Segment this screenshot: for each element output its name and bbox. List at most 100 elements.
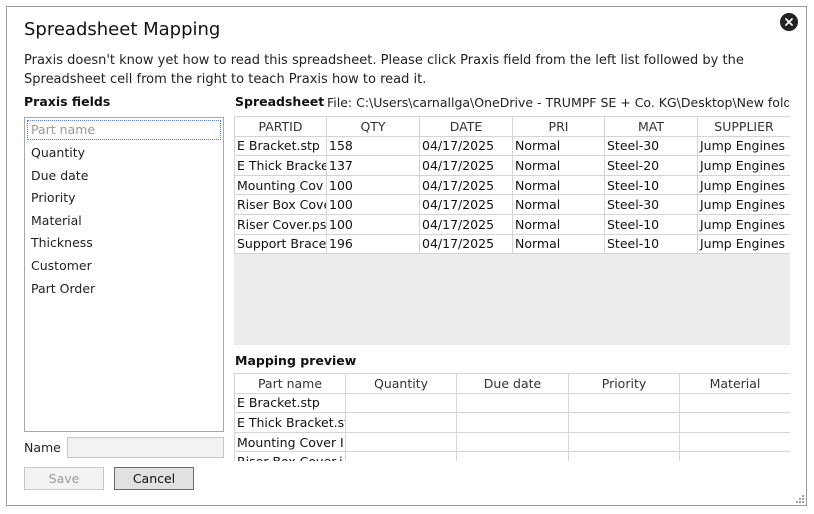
mapping-preview-grid: Part name Quantity Due date Priority Materia… xyxy=(234,373,790,461)
field-item-part-order[interactable]: Part Order xyxy=(25,278,223,301)
preview-cell xyxy=(456,412,569,433)
spreadsheet-cell[interactable]: Normal xyxy=(512,155,605,176)
table-row: E Thick Bracke 137 04/17/2025 Normal Steel-2… xyxy=(234,155,790,176)
column-header[interactable]: QTY xyxy=(326,116,420,137)
preview-row: E Bracket.stp xyxy=(234,392,790,414)
preview-cell xyxy=(679,392,790,414)
spreadsheet-cell[interactable]: Riser Cover.ps xyxy=(234,213,327,235)
preview-cell xyxy=(456,392,569,414)
table-row: E Bracket.stp 158 04/17/2025 Normal Steel-30… xyxy=(234,135,790,157)
spreadsheet-cell[interactable]: Jump Engines xyxy=(697,155,790,176)
spreadsheet-cell[interactable]: 04/17/2025 xyxy=(419,135,513,157)
spreadsheet-cell[interactable]: Mounting Cov xyxy=(234,174,327,196)
field-item-priority[interactable]: Priority xyxy=(25,187,223,210)
preview-cell: Riser Box Cover.i xyxy=(234,451,346,461)
spreadsheet-cell[interactable]: Jump Engines xyxy=(697,194,790,215)
preview-cell xyxy=(456,451,569,461)
save-button[interactable]: Save xyxy=(24,467,104,490)
spreadsheet-cell[interactable]: E Thick Bracke xyxy=(234,155,327,176)
spreadsheet-table: PARTID QTY DATE PRI MAT SUPPLIER E Bracket.st… xyxy=(234,116,790,255)
table-row: Mounting Cov 100 04/17/2025 Normal Steel-10 J… xyxy=(234,174,790,196)
spreadsheet-cell[interactable]: 100 xyxy=(326,174,420,196)
spreadsheet-cell[interactable]: E Bracket.stp xyxy=(234,135,327,157)
field-item-due-date[interactable]: Due date xyxy=(25,165,223,188)
spreadsheet-cell[interactable]: 196 xyxy=(326,233,420,255)
spreadsheet-cell[interactable]: Steel-10 xyxy=(604,233,698,255)
spreadsheet-cell[interactable]: Normal xyxy=(512,174,605,196)
cancel-button[interactable]: Cancel xyxy=(114,467,194,490)
field-item-thickness[interactable]: Thickness xyxy=(25,232,223,255)
preview-column-header: Material xyxy=(679,373,790,394)
preview-cell xyxy=(345,451,457,461)
spreadsheet-cell[interactable]: Normal xyxy=(512,194,605,215)
preview-cell xyxy=(568,451,680,461)
resize-grip-icon[interactable] xyxy=(795,494,805,504)
preview-row: Riser Box Cover.i xyxy=(234,451,790,461)
spreadsheet-cell[interactable]: Normal xyxy=(512,213,605,235)
instructions-text: Praxis doesn't know yet how to read this… xyxy=(24,53,744,87)
praxis-fields-list[interactable]: Part name Quantity Due date Priority Materia… xyxy=(24,117,224,432)
preview-cell xyxy=(568,412,680,433)
column-header[interactable]: PARTID xyxy=(234,116,327,137)
preview-row: Mounting Cover I xyxy=(234,431,790,453)
preview-column-header: Quantity xyxy=(345,373,457,394)
spreadsheet-cell[interactable]: Riser Box Cove xyxy=(234,194,327,215)
spreadsheet-cell[interactable]: 158 xyxy=(326,135,420,157)
spreadsheet-cell[interactable]: Jump Engines xyxy=(697,135,790,157)
spreadsheet-mapping-dialog: Spreadsheet Mapping Praxis doesn't know … xyxy=(6,6,807,506)
preview-cell xyxy=(345,392,457,414)
preview-column-header: Due date xyxy=(456,373,569,394)
spreadsheet-cell[interactable]: 04/17/2025 xyxy=(419,233,513,255)
spreadsheet-cell[interactable]: Normal xyxy=(512,233,605,255)
preview-cell: Mounting Cover I xyxy=(234,431,346,453)
spreadsheet-heading: Spreadsheet xyxy=(235,94,325,109)
table-row: Support Brace 196 04/17/2025 Normal Steel-10… xyxy=(234,233,790,255)
column-header[interactable]: SUPPLIER xyxy=(697,116,790,137)
spreadsheet-cell[interactable]: Steel-30 xyxy=(604,194,698,215)
table-row: Riser Box Cove 100 04/17/2025 Normal Steel-3… xyxy=(234,194,790,215)
field-item-part-name[interactable]: Part name xyxy=(27,120,221,140)
spreadsheet-cell[interactable]: Jump Engines xyxy=(697,174,790,196)
spreadsheet-cell[interactable]: Normal xyxy=(512,135,605,157)
spreadsheet-cell[interactable]: 100 xyxy=(326,213,420,235)
spreadsheet-cell[interactable]: Steel-10 xyxy=(604,213,698,235)
mapping-preview-table: Part name Quantity Due date Priority Materia… xyxy=(234,373,790,461)
field-item-customer[interactable]: Customer xyxy=(25,255,223,278)
preview-cell xyxy=(456,431,569,453)
spreadsheet-cell[interactable]: Steel-30 xyxy=(604,135,698,157)
preview-cell xyxy=(679,412,790,433)
preview-cell xyxy=(345,431,457,453)
name-label: Name xyxy=(24,440,61,455)
file-path: File: C:\Users\carnallga\OneDrive - TRUM… xyxy=(327,95,789,110)
close-icon[interactable] xyxy=(780,13,798,31)
column-header[interactable]: PRI xyxy=(512,116,605,137)
spreadsheet-cell[interactable]: 04/17/2025 xyxy=(419,194,513,215)
field-item-quantity[interactable]: Quantity xyxy=(25,142,223,165)
preview-cell xyxy=(679,431,790,453)
preview-cell xyxy=(345,412,457,433)
preview-cell xyxy=(568,392,680,414)
spreadsheet-cell[interactable]: Jump Engines xyxy=(697,213,790,235)
spreadsheet-grid: PARTID QTY DATE PRI MAT SUPPLIER E Bracket.st… xyxy=(234,116,790,345)
spreadsheet-cell[interactable]: 137 xyxy=(326,155,420,176)
column-header[interactable]: DATE xyxy=(419,116,513,137)
preview-column-header: Priority xyxy=(568,373,680,394)
dialog-title: Spreadsheet Mapping xyxy=(24,19,221,40)
preview-cell xyxy=(568,431,680,453)
spreadsheet-cell[interactable]: 100 xyxy=(326,194,420,215)
preview-cell: E Thick Bracket.st xyxy=(234,412,346,433)
spreadsheet-cell[interactable]: 04/17/2025 xyxy=(419,174,513,196)
field-item-material[interactable]: Material xyxy=(25,210,223,233)
spreadsheet-cell[interactable]: Steel-10 xyxy=(604,174,698,196)
table-row: Riser Cover.ps 100 04/17/2025 Normal Steel-1… xyxy=(234,213,790,235)
name-input[interactable] xyxy=(67,437,224,458)
praxis-fields-heading: Praxis fields xyxy=(24,94,111,109)
spreadsheet-cell[interactable]: 04/17/2025 xyxy=(419,155,513,176)
column-header[interactable]: MAT xyxy=(604,116,698,137)
spreadsheet-cell[interactable]: Jump Engines xyxy=(697,233,790,255)
preview-cell xyxy=(679,451,790,461)
spreadsheet-cell[interactable]: Support Brace xyxy=(234,233,327,255)
spreadsheet-cell[interactable]: 04/17/2025 xyxy=(419,213,513,235)
preview-cell: E Bracket.stp xyxy=(234,392,346,414)
spreadsheet-cell[interactable]: Steel-20 xyxy=(604,155,698,176)
